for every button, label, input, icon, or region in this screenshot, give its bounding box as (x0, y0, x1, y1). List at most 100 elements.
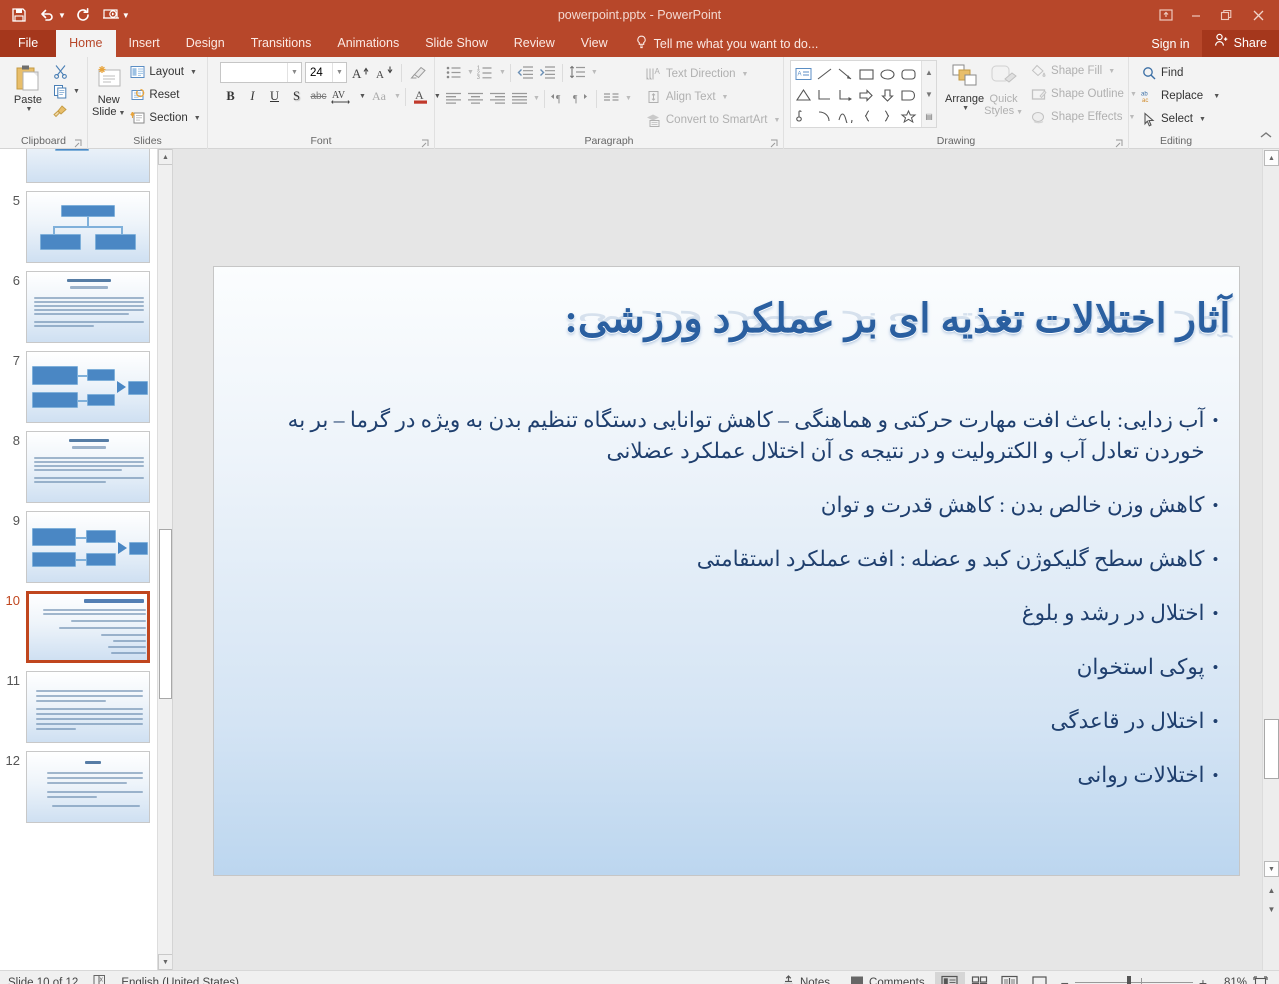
copy-dropdown-icon[interactable]: ▼ (73, 88, 80, 95)
bold-button[interactable]: B (220, 86, 241, 107)
tab-design[interactable]: Design (173, 30, 238, 57)
shape-pentagon-icon[interactable] (898, 84, 919, 105)
shape-scribble-icon[interactable] (793, 105, 814, 126)
select-dropdown-icon[interactable]: ▼ (1199, 116, 1206, 123)
previous-slide-icon[interactable]: ▲ (1264, 882, 1279, 898)
thumbnail-preview[interactable] (26, 511, 150, 583)
align-text-button[interactable]: Align Text ▼ (642, 86, 785, 108)
font-name-combo[interactable]: ▼ (220, 62, 302, 83)
shape-text-box-icon[interactable]: A (793, 63, 814, 84)
thumbnail-preview[interactable] (26, 351, 150, 423)
format-painter-button[interactable] (52, 103, 68, 119)
thumbnail-preview[interactable] (26, 431, 150, 503)
font-color-button[interactable]: A (410, 86, 431, 107)
scroll-thumb[interactable] (1264, 719, 1279, 779)
underline-button[interactable]: U (264, 86, 285, 107)
decrease-font-size-button[interactable]: A (374, 62, 395, 83)
increase-font-size-button[interactable]: A (350, 62, 371, 83)
tab-review[interactable]: Review (501, 30, 568, 57)
strikethrough-button[interactable]: abc (308, 86, 329, 107)
zoom-in-button[interactable]: + (1199, 975, 1207, 984)
slide-editing-area[interactable]: آثار اختلالات تغذیه ای بر عملکرد ورزشی: … (173, 149, 1279, 970)
replace-dropdown-icon[interactable]: ▼ (1213, 93, 1220, 100)
next-slide-icon[interactable]: ▼ (1264, 901, 1279, 917)
shapes-gallery[interactable]: A ▲ ▼ ▤ (790, 60, 937, 128)
restore-icon[interactable] (1211, 2, 1241, 28)
text-direction-button[interactable]: A Text Direction ▼ (642, 63, 785, 85)
slide-title[interactable]: آثار اختلالات تغذیه ای بر عملکرد ورزشی: (254, 295, 1231, 342)
shape-right-arrow-icon[interactable] (856, 84, 877, 105)
paragraph-dialog-launcher[interactable] (769, 138, 779, 148)
start-presentation-icon[interactable] (98, 3, 124, 27)
customize-qat-icon[interactable]: ▼ (122, 11, 130, 20)
tab-view[interactable]: View (568, 30, 621, 57)
save-icon[interactable] (6, 3, 32, 27)
new-slide-dropdown-icon[interactable]: ▼ (118, 110, 125, 117)
align-left-button[interactable] (443, 88, 464, 109)
select-button[interactable]: Select ▼ (1137, 108, 1224, 130)
shape-left-brace-icon[interactable] (856, 105, 877, 126)
shapes-scroll-up-icon[interactable]: ▲ (922, 62, 936, 82)
shape-fill-button[interactable]: Shape Fill ▼ (1027, 60, 1141, 82)
shape-outline-button[interactable]: Shape Outline ▼ (1027, 83, 1141, 105)
drawing-dialog-launcher[interactable] (1114, 138, 1124, 148)
shape-line-icon[interactable] (814, 63, 835, 84)
shape-elbow-arrow-icon[interactable] (835, 84, 856, 105)
left-to-right-button[interactable]: ¶ (549, 88, 570, 109)
thumbnail-item[interactable]: 4 (0, 149, 172, 183)
numbering-button[interactable]: 123 (475, 62, 496, 83)
current-slide[interactable]: آثار اختلالات تغذیه ای بر عملکرد ورزشی: … (212, 266, 1240, 876)
slide-vertical-scrollbar[interactable]: ▲ ▼ ▲ ▼ (1262, 149, 1279, 970)
slide-sorter-view-button[interactable] (965, 972, 995, 984)
paste-dropdown-icon[interactable]: ▼ (26, 106, 33, 113)
thumbnail-scrollbar[interactable]: ▲ ▼ (157, 149, 172, 970)
thumbnail-preview[interactable] (26, 591, 150, 663)
change-case-dropdown-icon[interactable]: ▼ (394, 93, 401, 100)
font-dialog-launcher[interactable] (420, 138, 430, 148)
section-button[interactable]: Section ▼ (125, 107, 204, 129)
columns-button[interactable] (601, 88, 622, 109)
slide-body-placeholder[interactable]: • آب زدایی: باعث افت مهارت حرکتی و هماهن… (238, 405, 1227, 814)
font-size-combo[interactable]: 24 ▼ (305, 62, 347, 83)
zoom-out-button[interactable]: − (1061, 975, 1069, 984)
shape-curve-icon[interactable] (835, 105, 856, 126)
reading-view-button[interactable] (995, 972, 1025, 984)
paste-button[interactable]: Paste ▼ (4, 60, 52, 113)
thumbnail-item[interactable]: 9 (0, 503, 172, 583)
zoom-slider[interactable]: − + (1055, 975, 1213, 984)
thumbnail-preview[interactable] (26, 271, 150, 343)
tab-insert[interactable]: Insert (116, 30, 173, 57)
arrange-button[interactable]: Arrange ▼ (945, 59, 984, 112)
shape-right-brace-icon[interactable] (877, 105, 898, 126)
columns-dropdown-icon[interactable]: ▼ (625, 95, 632, 102)
notes-button[interactable]: Notes (772, 972, 840, 984)
align-center-button[interactable] (465, 88, 486, 109)
language-indicator[interactable]: English (United States) (121, 977, 239, 984)
find-button[interactable]: Find (1137, 62, 1224, 84)
line-spacing-button[interactable] (567, 62, 588, 83)
shape-down-arrow-icon[interactable] (877, 84, 898, 105)
text-direction-dropdown-icon[interactable]: ▼ (742, 71, 749, 78)
normal-view-button[interactable] (934, 971, 965, 984)
shapes-gallery-more-icon[interactable]: ▤ (922, 106, 936, 126)
font-size-dropdown-icon[interactable]: ▼ (332, 63, 346, 82)
clear-formatting-button[interactable] (408, 62, 429, 83)
align-text-dropdown-icon[interactable]: ▼ (722, 94, 729, 101)
shape-star-icon[interactable] (898, 105, 919, 126)
thumbnail-preview[interactable] (26, 751, 150, 823)
new-slide-button[interactable]: New Slide ▼ (92, 60, 125, 120)
tell-me-search[interactable]: Tell me what you want to do... (621, 30, 818, 57)
scroll-up-icon[interactable]: ▲ (1264, 150, 1279, 166)
slide-show-view-button[interactable] (1025, 972, 1055, 984)
decrease-indent-button[interactable] (515, 62, 536, 83)
reset-button[interactable]: Reset (125, 84, 204, 106)
thumbnail-item[interactable]: 11 (0, 663, 172, 743)
thumbnail-item[interactable]: 6 (0, 263, 172, 343)
shape-elbow-connector-icon[interactable] (814, 84, 835, 105)
font-name-dropdown-icon[interactable]: ▼ (287, 63, 301, 82)
shape-rounded-rectangle-icon[interactable] (898, 63, 919, 84)
arrange-dropdown-icon[interactable]: ▼ (962, 105, 969, 112)
fit-slide-icon[interactable] (1247, 975, 1273, 984)
zoom-handle[interactable] (1126, 976, 1131, 984)
slide-counter[interactable]: Slide 10 of 12 (8, 977, 78, 984)
